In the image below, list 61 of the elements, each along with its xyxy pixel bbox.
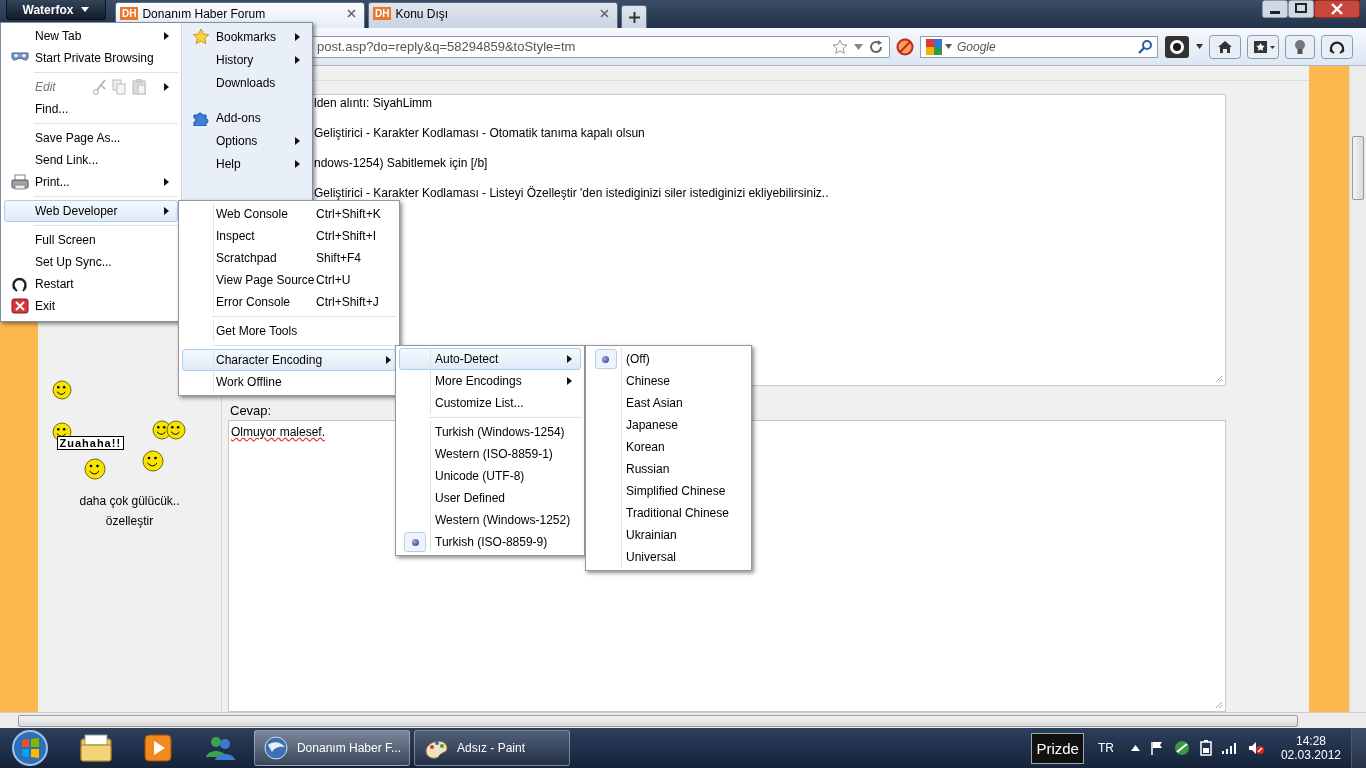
link[interactable]: daha çok gülücük.. — [79, 494, 180, 508]
menu-item[interactable]: Exit — [4, 295, 178, 317]
menu-item[interactable]: Send Link... — [4, 149, 178, 171]
menu-item[interactable]: Get More Tools — [182, 320, 396, 342]
menu-item[interactable]: (Off) — [589, 348, 748, 370]
sign-text: Zuahaha!! — [56, 436, 125, 450]
menu-item[interactable]: Set Up Sync... — [4, 251, 178, 273]
menu-item[interactable]: Full Screen — [4, 229, 178, 251]
menu-item[interactable]: Western (ISO-8859-1) — [399, 443, 581, 465]
field-label: Cevap: — [230, 403, 273, 418]
app-menu-button[interactable]: Waterfox — [6, 0, 106, 20]
menu-item[interactable]: Start Private Browsing — [4, 47, 178, 69]
menu-item[interactable]: Error Console Ctrl+Shift+J — [182, 291, 396, 313]
menu-item[interactable]: Turkish (Windows-1254) — [399, 421, 581, 443]
text-line: lden alıntı: SiyahLimm — [314, 97, 434, 110]
site-logo: DH — [373, 7, 392, 20]
menu-item[interactable]: Add-ons — [185, 106, 309, 129]
toolbar-label[interactable]: Prizde — [1031, 732, 1084, 764]
menu-item[interactable]: Downloads — [185, 71, 309, 94]
menu-item[interactable]: Western (Windows-1252) — [399, 509, 581, 531]
menu-item[interactable]: Universal — [589, 546, 748, 568]
menu-item[interactable]: View Page SourceCtrl+U — [182, 269, 396, 291]
taskbar-button[interactable]: Donanım Haber F... — [254, 730, 410, 766]
menu-item[interactable]: Restart — [4, 273, 178, 295]
menu-item[interactable]: Help — [185, 152, 309, 175]
menu-item[interactable]: Unicode (UTF-8) — [399, 465, 581, 487]
site-logo: DH — [120, 7, 139, 20]
menu-item[interactable]: Simplified Chinese — [589, 480, 748, 502]
menu-item[interactable]: Web Console Ctrl+Shift+K — [182, 203, 396, 225]
menu-item[interactable]: Ukrainian — [589, 524, 748, 546]
menu-item[interactable]: Chinese — [589, 370, 748, 392]
taskbar-button[interactable]: Adsız - Paint — [414, 730, 570, 766]
menu-item[interactable]: Customize List... — [399, 392, 581, 414]
text-line: ndows-1254) Sabitlemek için [/b] — [314, 157, 489, 170]
menu-item[interactable]: Scratchpad Shift+F4 — [182, 247, 396, 269]
menu-item[interactable]: Turkish (ISO-8859-9) — [399, 531, 581, 553]
menu-item[interactable]: Russian — [589, 458, 748, 480]
browser-tab[interactable]: DH Konu Dışı — [368, 2, 618, 28]
clock-time[interactable]: 14:28 — [1295, 734, 1326, 748]
menu-item[interactable]: Inspect Ctrl+Shift+I — [182, 225, 396, 247]
text-line: Geliştirici - Karakter Kodlaması - Listeyi Özelleştir 'den istediginizi siler istediginizi ekliyebilirsiniz.. — [314, 187, 830, 200]
search-box[interactable]: Google — [920, 35, 1158, 58]
menu-item[interactable]: Options — [185, 129, 309, 152]
link[interactable]: özelleştir — [105, 514, 154, 528]
language-indicator[interactable]: TR — [1097, 741, 1114, 755]
menu-item[interactable]: Print... — [4, 171, 178, 193]
menu-item[interactable]: Save Page As... — [4, 127, 178, 149]
menu-item[interactable]: Work Offline — [182, 371, 396, 393]
menu-item[interactable]: Web Developer — [4, 200, 178, 222]
menu-item[interactable]: Auto-Detect — [399, 348, 581, 370]
menu-item[interactable]: Japanese — [589, 414, 748, 436]
text-line: Geliştirici - Karakter Kodlaması - Otomatik tanıma kapalı olsun — [314, 127, 646, 140]
menu-item[interactable]: Traditional Chinese — [589, 502, 748, 524]
clock-date[interactable]: 02.03.2012 — [1280, 748, 1341, 762]
menu-item[interactable]: East Asian — [589, 392, 748, 414]
menu-item[interactable]: Character Encoding — [182, 349, 396, 371]
menu-item[interactable]: Find... — [4, 98, 178, 120]
menu-item[interactable]: More Encodings — [399, 370, 581, 392]
menu-item[interactable]: New Tab — [4, 25, 178, 47]
menu-item[interactable]: Korean — [589, 436, 748, 458]
menu-item[interactable]: User Defined — [399, 487, 581, 509]
